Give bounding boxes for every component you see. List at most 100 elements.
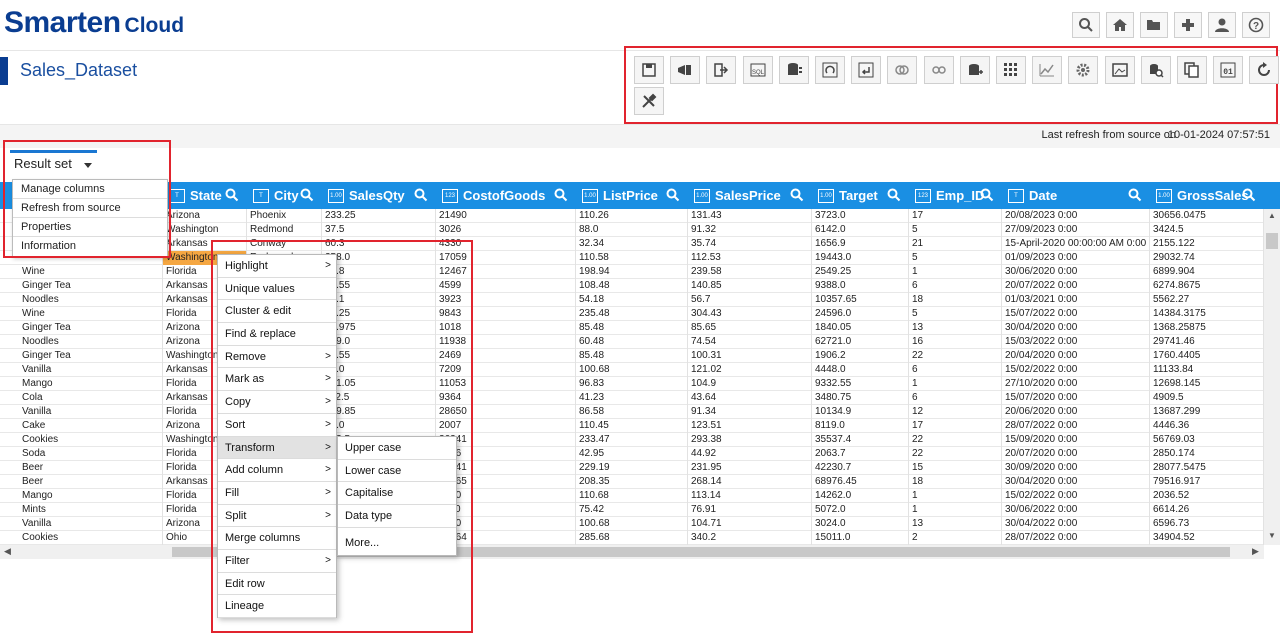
add-database-button[interactable] [959,56,990,84]
table-cell[interactable]: 96.83 [576,377,688,391]
table-cell[interactable]: 5072.0 [812,503,909,517]
table-cell[interactable]: 88.0 [576,223,688,237]
table-cell[interactable]: 1 [909,489,1002,503]
table-cell[interactable]: 3480.75 [812,391,909,405]
table-cell[interactable]: 198.94 [576,265,688,279]
table-cell[interactable]: 16 [909,335,1002,349]
table-cell[interactable]: 108.48 [576,279,688,293]
refresh-dataset-button[interactable] [815,56,845,84]
table-cell[interactable]: 17 [909,419,1002,433]
table-cell[interactable]: 6142.0 [812,223,909,237]
table-cell[interactable]: Beer [0,461,163,475]
table-cell[interactable]: 42230.7 [812,461,909,475]
table-cell[interactable]: 18 [909,293,1002,307]
table-cell[interactable]: Arizona [163,209,247,223]
table-cell[interactable]: 56769.03 [1150,433,1264,447]
table-cell[interactable]: Ginger Tea [0,349,163,363]
table-cell[interactable]: 11133.84 [1150,363,1264,377]
column-header-city[interactable]: T City [253,182,322,209]
table-cell[interactable]: 1 [909,377,1002,391]
table-cell[interactable]: 4448.0 [812,363,909,377]
table-cell[interactable]: 54.18 [576,293,688,307]
table-cell[interactable]: 14384.3175 [1150,307,1264,321]
table-cell[interactable]: 235.48 [576,307,688,321]
table-cell[interactable]: 12698.145 [1150,377,1264,391]
table-cell[interactable]: 3424.5 [1150,223,1264,237]
table-cell[interactable]: 6274.8675 [1150,279,1264,293]
table-cell[interactable]: 1760.4405 [1150,349,1264,363]
table-cell[interactable]: 32.34 [576,237,688,251]
table-cell[interactable]: 110.58 [576,251,688,265]
table-cell[interactable]: 91.32 [688,223,812,237]
table-cell[interactable]: 43.64 [688,391,812,405]
table-cell[interactable]: Noodles [0,335,163,349]
search-icon[interactable] [790,188,804,202]
table-cell[interactable]: 2850.174 [1150,447,1264,461]
table-cell[interactable]: 14262.0 [812,489,909,503]
settings-button[interactable] [1068,56,1099,84]
table-cell[interactable]: 37.5 [322,223,436,237]
table-cell[interactable]: 239.58 [688,265,812,279]
table-cell[interactable]: 3024.0 [812,517,909,531]
table-cell[interactable]: 75.42 [576,503,688,517]
scroll-up-icon[interactable]: ▲ [1268,211,1276,220]
table-cell[interactable]: Wine [0,307,163,321]
table-cell[interactable]: 15/09/2020 0:00 [1002,433,1150,447]
table-cell[interactable]: 27/09/2023 0:00 [1002,223,1150,237]
table-cell[interactable]: 6 [909,279,1002,293]
table-cell[interactable]: 110.26 [576,209,688,223]
search-button[interactable] [1072,12,1100,38]
table-cell[interactable]: 112.53 [688,251,812,265]
table-cell[interactable]: 6899.904 [1150,265,1264,279]
database-button[interactable] [778,56,809,84]
table-cell[interactable]: 18 [909,475,1002,489]
table-cell[interactable]: 113.14 [688,489,812,503]
table-cell[interactable]: 29741.46 [1150,335,1264,349]
table-cell[interactable]: 1 [909,503,1002,517]
table-cell[interactable]: 233.47 [576,433,688,447]
table-cell[interactable]: 28077.5475 [1150,461,1264,475]
table-cell[interactable]: 121.02 [688,363,812,377]
table-cell[interactable]: 01/09/2023 0:00 [1002,251,1150,265]
table-cell[interactable]: Soda [0,447,163,461]
scroll-right-icon[interactable]: ▶ [1252,546,1259,557]
table-cell[interactable]: 2155.122 [1150,237,1264,251]
table-cell[interactable]: 13 [909,321,1002,335]
open-folder-button[interactable] [1140,12,1168,38]
table-cell[interactable]: 2 [909,531,1002,545]
table-cell[interactable]: Cookies [0,531,163,545]
table-cell[interactable]: Mints [0,503,163,517]
grid-button[interactable] [996,56,1026,84]
column-header-target[interactable]: 1.00 Target [818,182,909,209]
table-cell[interactable]: 3026 [436,223,576,237]
export-button[interactable] [706,56,737,84]
copy-button[interactable] [1177,56,1207,84]
chart-button[interactable] [1032,56,1063,84]
table-cell[interactable]: 100.68 [576,517,688,531]
table-cell[interactable]: 1656.9 [812,237,909,251]
table-cell[interactable]: 30/06/2020 0:00 [1002,265,1150,279]
table-cell[interactable]: 20/07/2020 0:00 [1002,447,1150,461]
table-cell[interactable]: 12 [909,405,1002,419]
table-cell[interactable]: 15/02/2022 0:00 [1002,489,1150,503]
table-cell[interactable]: 340.2 [688,531,812,545]
search-icon[interactable] [414,188,428,202]
replace-button[interactable] [851,56,882,84]
search-icon[interactable] [1242,188,1256,202]
table-cell[interactable]: 229.19 [576,461,688,475]
table-cell[interactable]: 30/06/2022 0:00 [1002,503,1150,517]
sql-button[interactable]: SQL [742,56,773,84]
table-cell[interactable]: 2549.25 [812,265,909,279]
table-cell[interactable]: Phoenix [247,209,322,223]
table-cell[interactable]: 6596.73 [1150,517,1264,531]
table-cell[interactable]: 29032.74 [1150,251,1264,265]
table-cell[interactable]: 28/07/2022 0:00 [1002,531,1150,545]
table-cell[interactable]: 20/08/2023 0:00 [1002,209,1150,223]
table-cell[interactable]: Washington [163,223,247,237]
table-cell[interactable]: 20/04/2020 0:00 [1002,349,1150,363]
table-cell[interactable]: 35537.4 [812,433,909,447]
table-cell[interactable]: 34904.52 [1150,531,1264,545]
column-header-date[interactable]: T Date [1008,182,1150,209]
table-cell[interactable]: 13687.299 [1150,405,1264,419]
column-header-listprice[interactable]: 1.00 ListPrice [582,182,688,209]
